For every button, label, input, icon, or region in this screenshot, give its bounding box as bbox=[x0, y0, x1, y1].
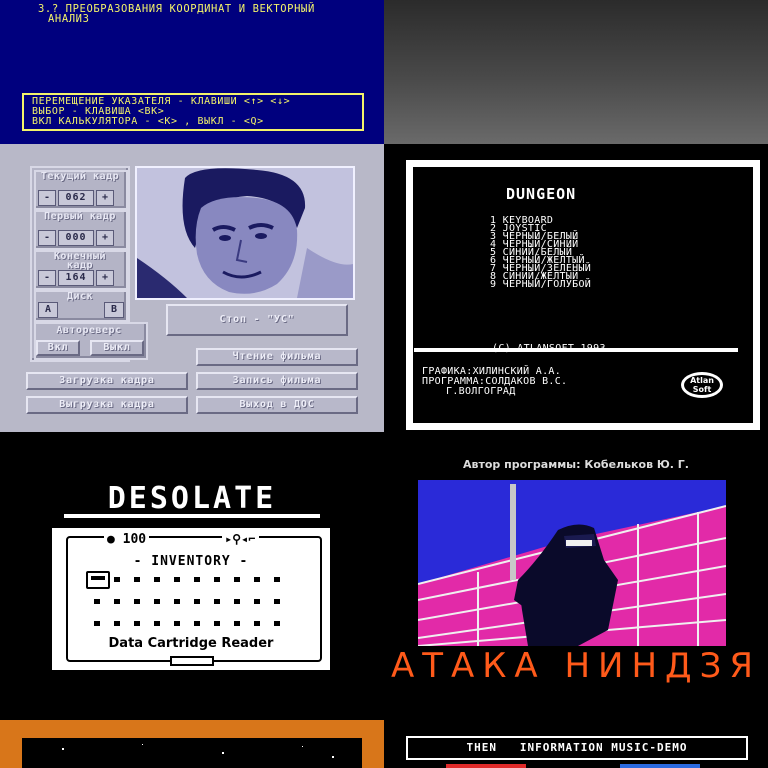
dungeon-title: DUNGEON bbox=[506, 185, 577, 203]
cartridge-slot bbox=[170, 656, 214, 666]
write-film-button[interactable]: Запись фильма bbox=[196, 372, 358, 390]
first-frame-label: Первый кадр bbox=[44, 211, 116, 222]
current-frame-value: 062 bbox=[58, 190, 94, 206]
desolate-logo: DESOLATE bbox=[107, 481, 277, 516]
autoreverse-on-button[interactable]: Вкл bbox=[36, 340, 80, 356]
autoreverse-off-button[interactable]: Выкл bbox=[90, 340, 144, 356]
orange-screen bbox=[0, 720, 384, 768]
status-display: Стоп - "УС" bbox=[166, 304, 348, 336]
film-editor-screen: Текущий кадр - 062 + Первый кадр - 000 +… bbox=[0, 144, 384, 432]
last-frame-stepper[interactable]: - 164 + bbox=[38, 270, 114, 286]
blank-grey-screen bbox=[384, 0, 768, 144]
current-frame-stepper[interactable]: - 062 + bbox=[38, 190, 114, 206]
credit-graphics: ГРАФИКА:ХИЛИНСКИЙ А.А. bbox=[422, 366, 562, 377]
math-menu-screen: 3.? ПРЕОБРАЗОВАНИЯ КООРДИНАТ И ВЕКТОРНЫЙ… bbox=[0, 0, 384, 144]
desolate-game-screen: DESOLATE ● 100 ▸⚲◂⌐ - INVENTORY - Data C… bbox=[0, 432, 384, 720]
disk-label: Диск bbox=[66, 291, 94, 302]
help-line-calc: ВКЛ КАЛЬКУЛЯТОРА - <К> , ВЫКЛ - <Q> bbox=[32, 116, 264, 127]
dungeon-game-screen: DUNGEON 1 KEYBOARD 2 JOYSTIC 3 ЧЕРНЫЙ/БЕ… bbox=[384, 144, 768, 432]
first-frame-stepper[interactable]: - 000 + bbox=[38, 230, 114, 246]
red-bar bbox=[446, 764, 526, 768]
first-frame-plus[interactable]: + bbox=[96, 230, 114, 246]
current-frame-plus[interactable]: + bbox=[96, 190, 114, 206]
author-credit: Автор программы: Кобельков Ю. Г. bbox=[463, 458, 689, 471]
read-film-button[interactable]: Чтение фильма bbox=[196, 348, 358, 366]
film-frame-preview bbox=[135, 166, 355, 300]
copyright-text: (C) ATLANSOFT 1993 bbox=[492, 343, 606, 354]
disk-b-button[interactable]: B bbox=[104, 302, 124, 318]
credit-program: ПРОГРАММА:СОЛДАКОВ В.С. bbox=[422, 376, 568, 387]
unload-frame-button[interactable]: Выгрузка кадра bbox=[26, 396, 188, 414]
svg-text:Atlan: Atlan bbox=[690, 376, 714, 385]
header-bar: THEN INFORMATION MUSIC-DEMO bbox=[406, 736, 748, 760]
first-frame-value: 000 bbox=[58, 230, 94, 246]
ninja-attack-screen: Автор программы: Кобельков Ю. Г. АТАКА Н… bbox=[384, 432, 768, 720]
disk-a-button[interactable]: A bbox=[38, 302, 58, 318]
load-frame-button[interactable]: Загрузка кадра bbox=[26, 372, 188, 390]
last-frame-label: Конечный кадр bbox=[53, 251, 107, 271]
inventory-screen: ● 100 ▸⚲◂⌐ - INVENTORY - Data Cartridge … bbox=[52, 528, 330, 670]
atlansoft-logo: Atlan Soft bbox=[680, 370, 724, 400]
music-demo-screen: THEN INFORMATION MUSIC-DEMO bbox=[384, 720, 768, 768]
last-frame-value: 164 bbox=[58, 270, 94, 286]
autoreverse-label: Автореверс bbox=[56, 325, 122, 336]
menu-item-coordinates-cont[interactable]: АНАЛИЗ bbox=[48, 13, 90, 25]
current-frame-label: Текущий кадр bbox=[40, 171, 120, 182]
blue-bar bbox=[620, 764, 700, 768]
credit-city: Г.ВОЛГОГРАД bbox=[446, 386, 516, 397]
last-frame-plus[interactable]: + bbox=[96, 270, 114, 286]
game-title: АТАКА НИНДЗЯ bbox=[390, 646, 762, 686]
help-box: ПЕРЕМЕЩЕНИЕ УКАЗАТЕЛЯ - КЛАВИШИ <↑> <↓> … bbox=[22, 93, 364, 131]
starfield-panel bbox=[22, 738, 362, 768]
first-frame-minus[interactable]: - bbox=[38, 230, 56, 246]
logo-underline bbox=[64, 514, 320, 518]
exit-dos-button[interactable]: Выход в ДОС bbox=[196, 396, 358, 414]
selected-item-name: Data Cartridge Reader bbox=[108, 636, 274, 651]
disk-b-label[interactable]: B bbox=[104, 302, 124, 318]
ninja-artwork bbox=[417, 480, 727, 647]
svg-text:Soft: Soft bbox=[693, 385, 712, 394]
menu-option-9[interactable]: 9 ЧЕРНЫЙ/ГОЛУБОЙ bbox=[490, 280, 591, 290]
last-frame-minus[interactable]: - bbox=[38, 270, 56, 286]
portrait-image bbox=[137, 168, 353, 298]
current-frame-minus[interactable]: - bbox=[38, 190, 56, 206]
disk-a-label[interactable]: A bbox=[38, 302, 58, 318]
